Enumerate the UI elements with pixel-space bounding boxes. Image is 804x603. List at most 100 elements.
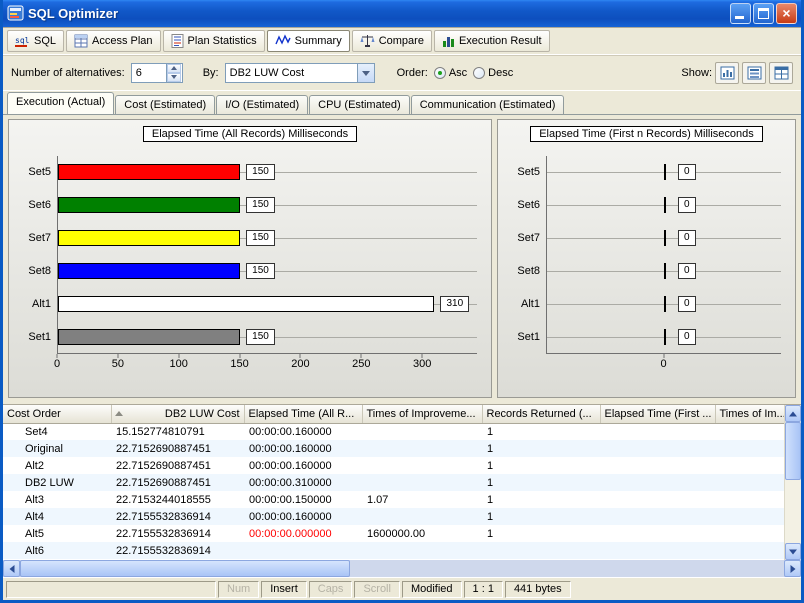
waveform-icon (275, 34, 291, 47)
toolbar-access-plan-button[interactable]: Access Plan (66, 30, 161, 52)
horizontal-scroll-track[interactable] (20, 560, 784, 577)
cell (362, 423, 482, 440)
tab-cpu-estimated[interactable]: CPU (Estimated) (309, 95, 410, 114)
x-tick-label: 50 (112, 358, 124, 370)
scroll-down-button[interactable] (785, 543, 801, 560)
toolbar-compare-button[interactable]: Compare (352, 30, 432, 52)
maximize-button[interactable] (753, 3, 774, 24)
column-header[interactable]: DB2 LUW Cost (111, 405, 244, 423)
tab-cost-estimated[interactable]: Cost (Estimated) (115, 95, 215, 114)
horizontal-scrollbar[interactable] (3, 560, 801, 577)
scroll-left-button[interactable] (3, 560, 20, 577)
value-label: 0 (678, 296, 696, 312)
column-header-label: Elapsed Time (First ... (605, 408, 712, 420)
table-row[interactable]: Alt222.715269088745100:00:00.1600001 (3, 457, 784, 474)
value-label: 150 (246, 263, 275, 279)
cell (362, 474, 482, 491)
vertical-scrollbar[interactable] (784, 405, 801, 560)
toolbar-execution-result-button[interactable]: Execution Result (434, 30, 550, 52)
table-row[interactable]: Alt422.715553283691400:00:00.1600001 (3, 508, 784, 525)
window-title: SQL Optimizer (28, 6, 730, 21)
bar-set5 (664, 164, 666, 180)
tab-execution-actual[interactable]: Execution (Actual) (7, 92, 114, 114)
alternatives-input[interactable] (132, 64, 166, 82)
column-header[interactable]: Times of Im... (715, 405, 784, 423)
spinner-down-button[interactable] (167, 73, 181, 82)
x-tick-label: 0 (54, 358, 60, 370)
cell: 1 (482, 423, 600, 440)
by-dropdown[interactable]: DB2 LUW Cost (225, 63, 375, 83)
table-row[interactable]: Set415.15277481079100:00:00.1600001 (3, 423, 784, 440)
toolbar-summary-button[interactable]: Summary (267, 30, 350, 52)
grid-body: Set415.15277481079100:00:00.1600001Origi… (3, 423, 784, 559)
x-tick-label: 150 (230, 358, 248, 370)
table-row[interactable]: Alt522.715553283691400:00:00.00000016000… (3, 525, 784, 542)
vertical-scroll-thumb[interactable] (785, 422, 801, 480)
cell: 00:00:00.160000 (244, 423, 362, 440)
app-window: SQL Optimizer × sql SQL Access Plan Plan… (0, 0, 804, 603)
show-chart-button[interactable] (715, 62, 739, 84)
sort-ascending-icon (115, 411, 123, 416)
execution-result-icon (442, 34, 455, 48)
cell (715, 440, 784, 457)
minimize-button[interactable] (730, 3, 751, 24)
title-bar[interactable]: SQL Optimizer × (3, 0, 801, 27)
toolbar-sql-button[interactable]: sql SQL (7, 30, 64, 52)
toolbar-label: Summary (295, 35, 342, 47)
value-label: 150 (246, 230, 275, 246)
value-label: 150 (246, 329, 275, 345)
order-asc-radio[interactable]: Asc (434, 67, 467, 79)
toolbar-label: Plan Statistics (188, 35, 257, 47)
x-tick-label: 100 (170, 358, 188, 370)
by-dropdown-value: DB2 LUW Cost (226, 67, 357, 79)
category-label: Set5 (502, 156, 546, 189)
row-label-cell: Alt2 (3, 457, 111, 474)
cell (362, 440, 482, 457)
row-label-cell: DB2 LUW (3, 474, 111, 491)
status-insert: Insert (261, 581, 307, 598)
scroll-right-button[interactable] (784, 560, 801, 577)
close-button[interactable]: × (776, 3, 797, 24)
column-header-label: Cost Order (7, 408, 61, 420)
order-desc-radio[interactable]: Desc (473, 67, 513, 79)
scroll-up-button[interactable] (785, 405, 801, 422)
table-row[interactable]: Original22.715269088745100:00:00.1600001 (3, 440, 784, 457)
show-both-button[interactable] (769, 62, 793, 84)
main-toolbar: sql SQL Access Plan Plan Statistics Summ… (3, 27, 801, 55)
cell (715, 525, 784, 542)
column-header[interactable]: Times of Improveme... (362, 405, 482, 423)
bar-set1 (58, 329, 240, 345)
chart-title: Elapsed Time (First n Records) Milliseco… (530, 126, 763, 142)
cell: 22.7152690887451 (111, 457, 244, 474)
column-header[interactable]: Cost Order (3, 405, 111, 423)
table-row[interactable]: DB2 LUW22.715269088745100:00:00.3100001 (3, 474, 784, 491)
sql-icon: sql (15, 34, 30, 48)
spinner-up-button[interactable] (167, 64, 181, 73)
chevron-down-icon[interactable] (357, 64, 374, 82)
toolbar-label: Execution Result (459, 35, 542, 47)
category-label: Set1 (13, 321, 57, 354)
category-label: Set6 (13, 189, 57, 222)
column-header[interactable]: Records Returned (... (482, 405, 600, 423)
toolbar-plan-statistics-button[interactable]: Plan Statistics (163, 30, 265, 52)
status-num: Num (218, 581, 259, 598)
column-header-label: DB2 LUW Cost (165, 408, 240, 420)
status-items: NumInsertCapsScrollModified1 : 1441 byte… (218, 581, 571, 598)
horizontal-scroll-thumb[interactable] (20, 560, 350, 577)
table-row[interactable]: Alt322.715324401855500:00:00.1500001.071 (3, 491, 784, 508)
value-label: 0 (678, 230, 696, 246)
table-row[interactable]: Alt622.7155532836914 (3, 542, 784, 559)
tab-communication-estimated[interactable]: Communication (Estimated) (411, 95, 565, 114)
toolbar-label: Compare (379, 35, 424, 47)
x-tick-label: 250 (352, 358, 370, 370)
status-441-bytes: 441 bytes (505, 581, 571, 598)
show-grid-button[interactable] (742, 62, 766, 84)
column-header[interactable]: Elapsed Time (First ... (600, 405, 715, 423)
vertical-scroll-track[interactable] (785, 422, 801, 543)
column-header[interactable]: Elapsed Time (All R... (244, 405, 362, 423)
cell: 1 (482, 508, 600, 525)
cell (600, 491, 715, 508)
status-caps: Caps (309, 581, 353, 598)
cell: 22.7152690887451 (111, 440, 244, 457)
tab-io-estimated[interactable]: I/O (Estimated) (216, 95, 308, 114)
